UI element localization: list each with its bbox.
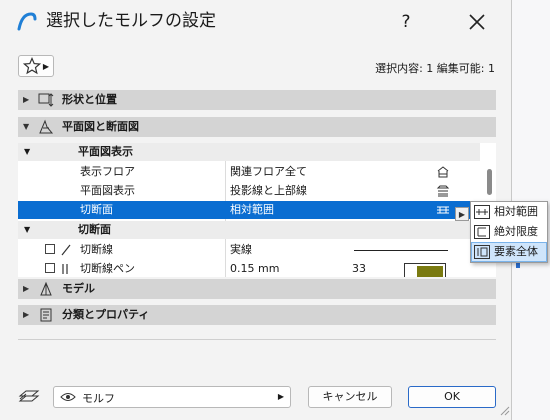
cancel-button[interactable]: キャンセル: [308, 386, 392, 408]
selection-info: 選択内容: 1 編集可能: 1: [375, 62, 495, 75]
table-row[interactable]: 表示フロア 関連フロア全て: [18, 163, 480, 181]
model-icon: [40, 281, 52, 296]
row-label: 切断面: [80, 203, 113, 216]
classification-icon: [40, 308, 52, 322]
favorites-button[interactable]: ▶: [18, 55, 54, 77]
chevron-right-icon: ▶: [23, 95, 30, 104]
title-bar: 選択したモルフの設定 ?: [0, 0, 512, 44]
plan-section-icon: [39, 119, 54, 134]
expand-arrow-button[interactable]: ▶: [455, 207, 469, 221]
row-value: 実線: [230, 243, 252, 256]
group-label: 平面図表示: [78, 145, 133, 158]
panel-model[interactable]: ▶ モデル: [18, 279, 496, 299]
help-button[interactable]: ?: [392, 10, 420, 34]
chevron-right-icon: ▶: [42, 62, 49, 71]
checkbox[interactable]: [45, 244, 55, 254]
layer-icon: [18, 390, 40, 402]
line-type-icon: [61, 244, 71, 256]
chevron-right-icon: ▶: [23, 284, 30, 293]
relative-range-icon: [437, 206, 449, 214]
settings-table: ▼ 平面図表示 表示フロア 関連フロア全て 平面図表示 投影線と上部線 切断面 …: [18, 143, 496, 277]
shape-position-icon: [38, 93, 54, 107]
menu-item-label: 相対範囲: [494, 205, 538, 218]
chevron-down-icon: ▼: [24, 147, 31, 156]
close-button[interactable]: [460, 8, 494, 36]
panel-label: 分類とプロパティ: [62, 308, 150, 321]
resize-grip-icon[interactable]: [498, 404, 510, 416]
close-icon: [469, 14, 485, 30]
checkbox[interactable]: [45, 263, 55, 273]
relative-range-icon: [474, 205, 490, 219]
group-label: 切断面: [78, 223, 111, 236]
panel-label: 形状と位置: [62, 93, 117, 106]
menu-item-relative-range[interactable]: 相対範囲: [472, 203, 546, 221]
panel-plan-section[interactable]: ▼ 平面図と断面図: [18, 117, 496, 137]
cut-range-popup-menu: 相対範囲 絶対限度 要素全体: [470, 201, 548, 263]
group-floor-plan-display[interactable]: ▼ 平面図表示: [18, 143, 480, 161]
star-icon: [23, 57, 41, 75]
scrollbar-thumb[interactable]: [487, 169, 492, 195]
menu-item-entire-element[interactable]: 要素全体: [471, 242, 547, 262]
row-label: 切断線ペン: [80, 262, 135, 275]
row-value: 相対範囲: [230, 203, 274, 216]
layer-value: モルフ: [82, 392, 115, 405]
table-row[interactable]: 平面図表示 投影線と上部線: [18, 182, 480, 200]
group-cut-surfaces[interactable]: ▼ 切断面: [18, 221, 480, 239]
row-label: 表示フロア: [80, 165, 135, 178]
layer-select[interactable]: モルフ ▶: [53, 386, 291, 408]
menu-item-label: 絶対限度: [494, 225, 538, 238]
projected-overhead-icon: [436, 185, 450, 197]
row-label: 切断線: [80, 243, 113, 256]
dialog-title: 選択したモルフの設定: [46, 11, 216, 31]
table-row[interactable]: 切断線ペン 0.15 mm 33: [18, 260, 480, 277]
panel-shape-position[interactable]: ▶ 形状と位置: [18, 90, 496, 110]
entire-element-icon: [474, 245, 490, 259]
all-floors-icon: [437, 166, 449, 178]
table-row-selected[interactable]: 切断面 相対範囲: [18, 201, 496, 219]
panel-classification[interactable]: ▶ 分類とプロパティ: [18, 305, 496, 325]
row-value: 投影線と上部線: [230, 184, 307, 197]
menu-item-absolute-limit[interactable]: 絶対限度: [472, 223, 546, 241]
row-value: 関連フロア全て: [230, 165, 307, 178]
pen-color-swatch[interactable]: [404, 263, 446, 277]
chevron-right-icon: ▶: [277, 392, 284, 401]
panel-label: 平面図と断面図: [62, 120, 139, 133]
pen-icon: [62, 264, 68, 274]
settings-dialog: 選択したモルフの設定 ? ▶ 選択内容: 1 編集可能: 1 ▶ 形状と位置 ▼…: [0, 0, 512, 420]
table-row[interactable]: 切断線 実線: [18, 241, 480, 259]
chevron-right-icon: ▶: [23, 310, 30, 319]
eye-icon: [60, 393, 76, 401]
pen-number: 33: [352, 262, 366, 275]
line-preview: [354, 250, 448, 251]
ok-button[interactable]: OK: [408, 386, 496, 408]
absolute-limit-icon: [474, 225, 490, 239]
chevron-down-icon: ▼: [23, 122, 30, 131]
row-label: 平面図表示: [80, 184, 135, 197]
row-value: 0.15 mm: [230, 262, 280, 275]
chevron-down-icon: ▼: [24, 225, 31, 234]
menu-item-label: 要素全体: [494, 245, 538, 258]
archicad-app-icon: [17, 12, 37, 31]
panel-label: モデル: [62, 282, 95, 295]
divider: [18, 339, 496, 340]
